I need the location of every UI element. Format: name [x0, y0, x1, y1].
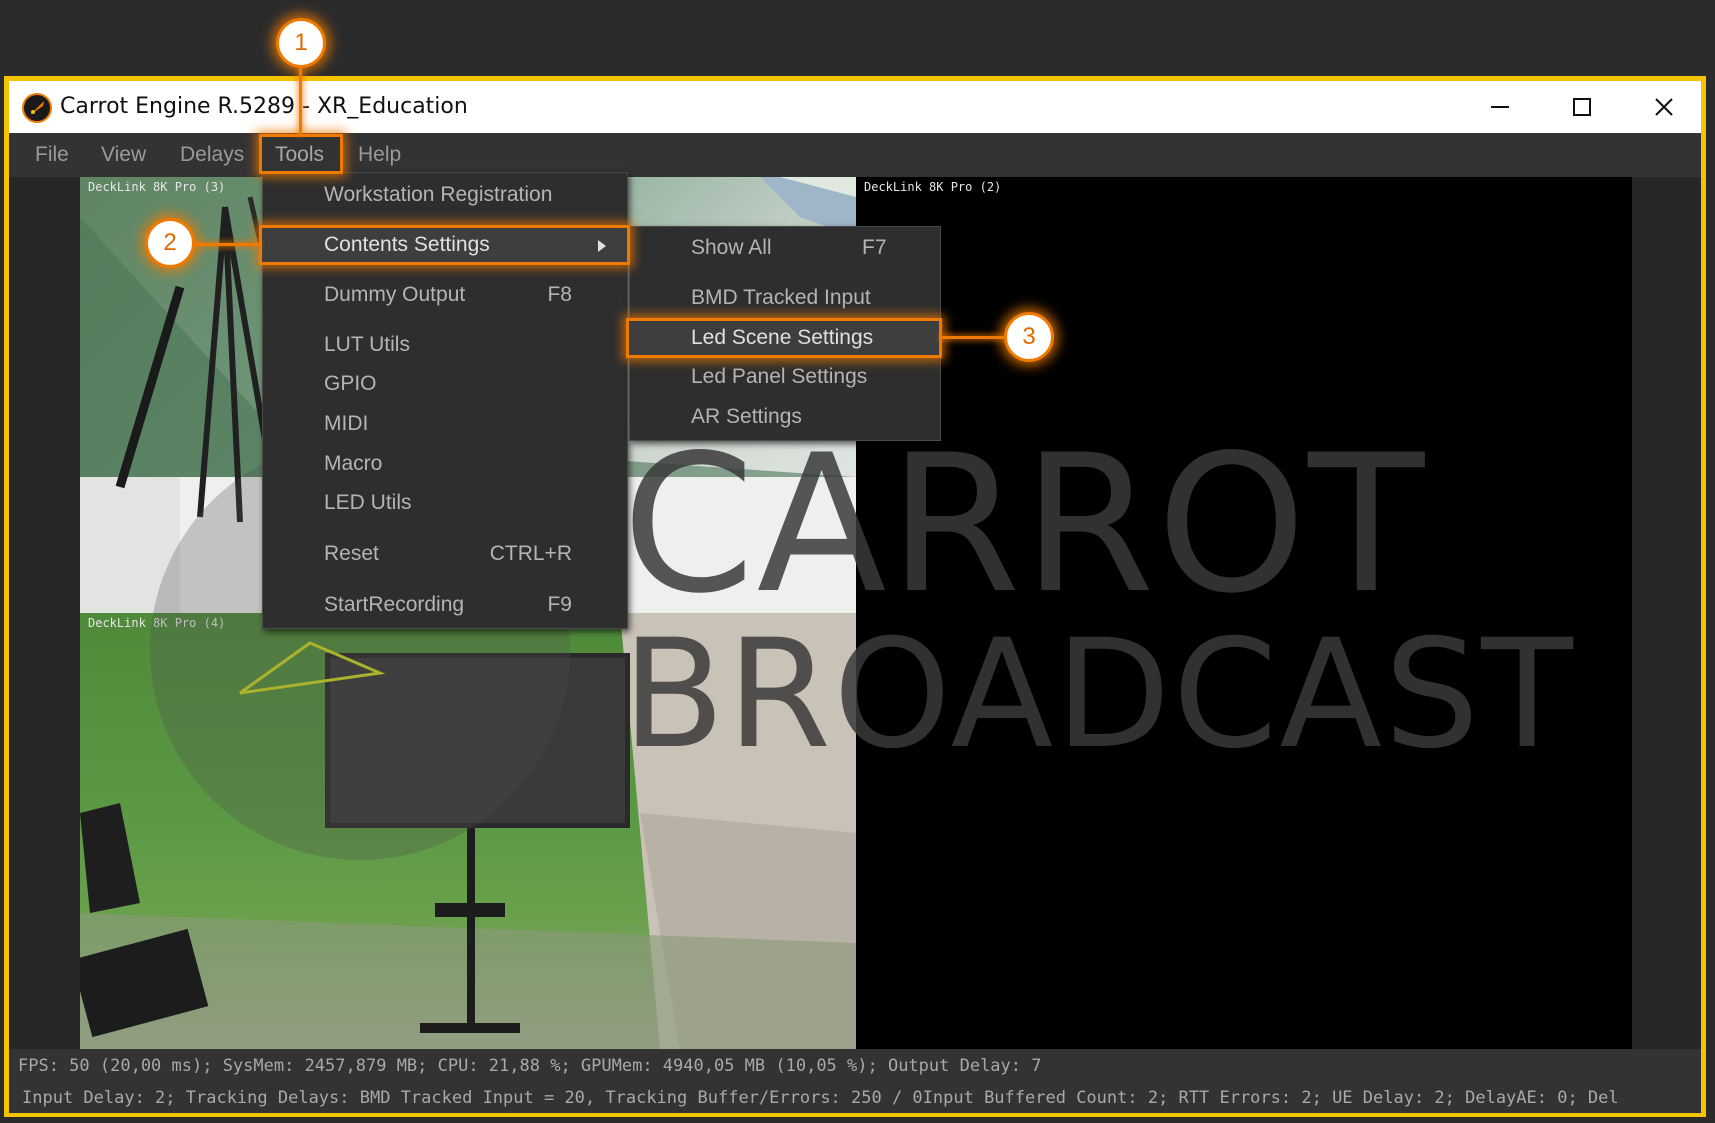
submenu-item-bmd-tracked-input[interactable]: BMD Tracked Input [629, 279, 941, 317]
maximize-icon [1573, 98, 1591, 116]
close-button[interactable] [1634, 88, 1694, 126]
menu-item-label: BMD Tracked Input [691, 286, 871, 309]
menu-item-label: MIDI [324, 412, 369, 435]
minimize-button[interactable] [1470, 88, 1530, 126]
window-title: Carrot Engine R.5289 - XR_Education [60, 94, 468, 119]
minimize-icon [1491, 106, 1509, 108]
menu-item-label: StartRecording [324, 593, 465, 616]
highlight-contents-settings [259, 225, 630, 265]
close-icon [1655, 98, 1673, 116]
menu-item-macro[interactable]: Macro [262, 444, 628, 484]
feed-label: DeckLink 8K Pro (2) [864, 180, 1002, 194]
carrot-engine-app-icon [22, 93, 52, 123]
callout-connector-2 [195, 243, 259, 246]
callout-1: 1 [276, 18, 326, 68]
menu-item-start-recording[interactable]: StartRecording F9 [262, 585, 628, 625]
menu-file[interactable]: File [35, 133, 69, 177]
menu-view[interactable]: View [101, 133, 146, 177]
menu-item-label: Led Panel Settings [691, 365, 868, 388]
callout-connector-1 [299, 66, 302, 134]
menu-item-label: Workstation Registration [324, 183, 553, 206]
status-line-performance: FPS: 50 (20,00 ms); SysMem: 2457,879 MB;… [18, 1056, 1042, 1076]
submenu-item-led-panel-settings[interactable]: Led Panel Settings [629, 358, 941, 396]
menu-item-shortcut: CTRL+R [489, 542, 572, 565]
status-line-delays: Input Delay: 2; Tracking Delays: BMD Tra… [22, 1088, 1619, 1108]
menu-delays[interactable]: Delays [180, 133, 244, 177]
callout-connector-3 [942, 336, 1004, 339]
maximize-button[interactable] [1552, 88, 1612, 126]
menu-item-dummy-output[interactable]: Dummy Output F8 [262, 275, 628, 315]
menu-item-label: GPIO [324, 372, 377, 395]
highlight-led-scene-settings [626, 318, 942, 358]
menu-item-label: Reset [324, 542, 379, 565]
feed-label: DeckLink 8K Pro (3) [88, 180, 226, 194]
menu-item-label: LED Utils [324, 491, 412, 514]
menu-item-label: Show All [691, 236, 772, 259]
submenu-item-ar-settings[interactable]: AR Settings [629, 398, 941, 436]
submenu-item-show-all[interactable]: Show All F7 [629, 229, 941, 267]
menu-item-gpio[interactable]: GPIO [262, 364, 628, 404]
menu-item-reset[interactable]: Reset CTRL+R [262, 534, 628, 574]
menu-item-workstation-registration[interactable]: Workstation Registration [262, 175, 628, 215]
menu-item-label: AR Settings [691, 405, 802, 428]
callout-3: 3 [1004, 312, 1054, 362]
watermark-text-broadcast: BROADCAST [622, 608, 1575, 782]
menu-item-shortcut: F8 [547, 283, 572, 306]
menu-item-midi[interactable]: MIDI [262, 404, 628, 444]
menu-item-shortcut: F9 [547, 593, 572, 616]
highlight-tools-menu [259, 134, 343, 174]
menu-item-led-utils[interactable]: LED Utils [262, 483, 628, 523]
menu-item-shortcut: F7 [862, 236, 887, 259]
watermark-text-carrot: CARROT [622, 414, 1427, 635]
menu-item-label: LUT Utils [324, 333, 410, 356]
menu-help[interactable]: Help [358, 133, 401, 177]
callout-2: 2 [145, 218, 195, 268]
menu-item-label: Macro [324, 452, 383, 475]
menu-item-lut-utils[interactable]: LUT Utils [262, 325, 628, 365]
menu-item-label: Dummy Output [324, 283, 466, 306]
